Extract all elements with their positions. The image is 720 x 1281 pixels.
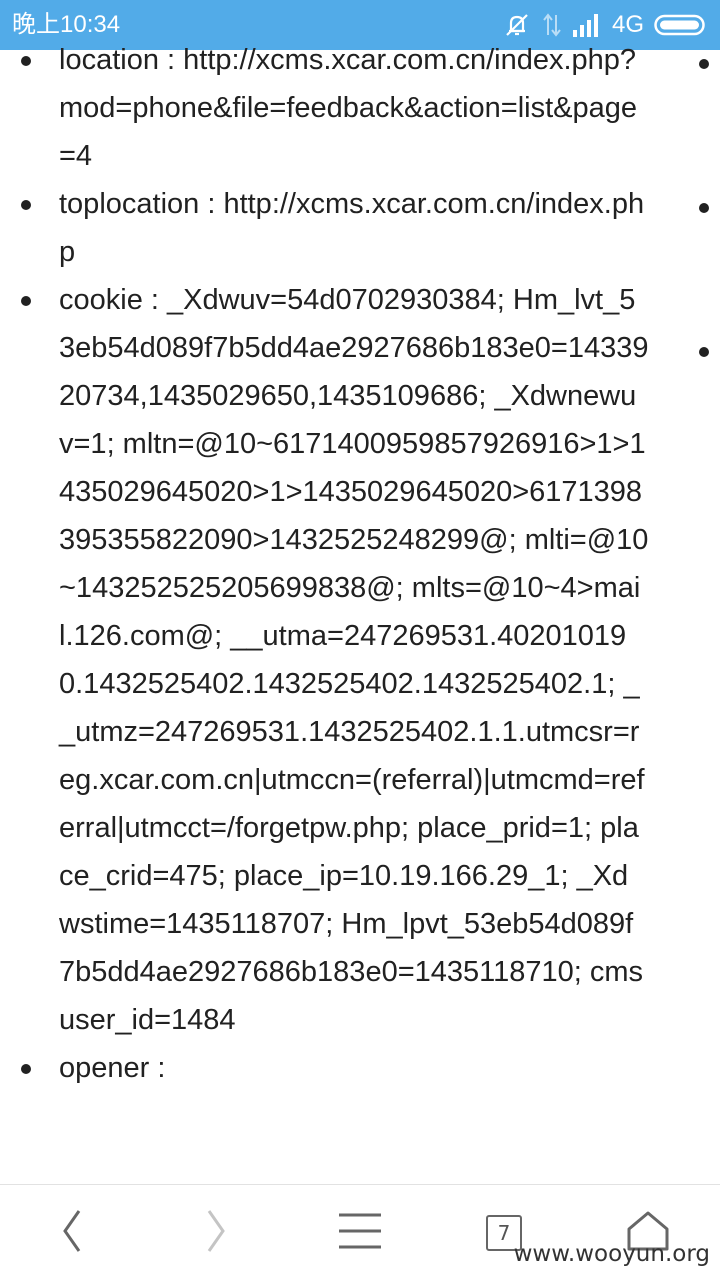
list-item-text: cookie : _Xdwuv=54d0702930384; Hm_lvt_53… xyxy=(59,284,649,1036)
bullet-marker xyxy=(21,296,31,306)
battery-icon xyxy=(654,12,708,38)
info-list: location : http://xcms.xcar.com.cn/index… xyxy=(0,36,720,1092)
back-icon xyxy=(57,1208,87,1259)
forward-icon xyxy=(201,1208,231,1259)
watermark: www.wooyun.org xyxy=(513,1241,710,1267)
forward-button[interactable] xyxy=(168,1185,264,1281)
list-item-location: location : http://xcms.xcar.com.cn/index… xyxy=(0,36,649,180)
adjacent-bullet-marker xyxy=(699,59,709,69)
list-item-opener: opener : xyxy=(0,1044,649,1092)
list-item-cookie: cookie : _Xdwuv=54d0702930384; Hm_lvt_53… xyxy=(0,276,649,1044)
bullet-marker xyxy=(21,1064,31,1074)
list-item-toplocation: toplocation : http://xcms.xcar.com.cn/in… xyxy=(0,180,649,276)
page-content[interactable]: location : http://xcms.xcar.com.cn/index… xyxy=(0,36,720,1184)
back-button[interactable] xyxy=(24,1185,120,1281)
adjacent-bullet-marker xyxy=(699,203,709,213)
list-item-text: toplocation : http://xcms.xcar.com.cn/in… xyxy=(59,188,645,268)
list-item-text: opener : xyxy=(59,1052,166,1084)
adjacent-bullet-marker xyxy=(699,347,709,357)
tab-count: 7 xyxy=(497,1221,511,1245)
menu-button[interactable] xyxy=(312,1185,408,1281)
menu-icon xyxy=(337,1211,383,1256)
bullet-marker xyxy=(21,56,31,66)
browser-toolbar: 7 www.wooyun.org xyxy=(0,1184,720,1281)
list-item-text: location : http://xcms.xcar.com.cn/index… xyxy=(59,44,638,172)
bullet-marker xyxy=(21,200,31,210)
signal-icon xyxy=(572,12,602,38)
